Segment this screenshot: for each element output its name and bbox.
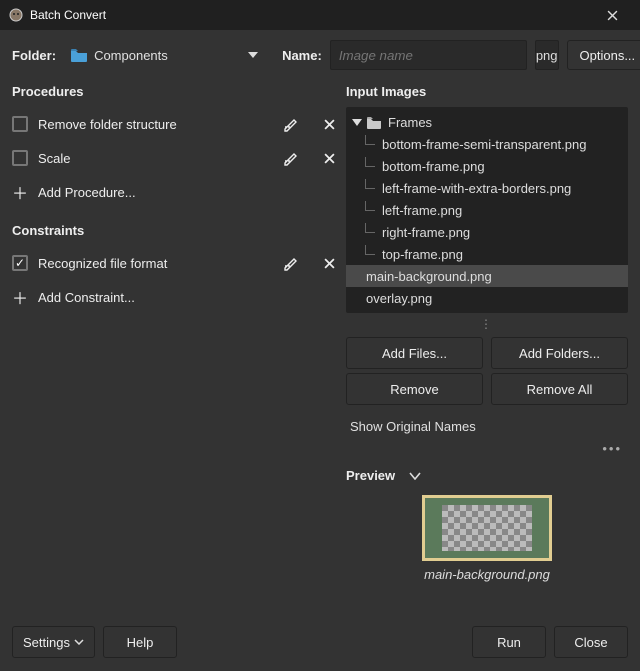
add-constraint-label: Add Constraint... xyxy=(38,290,135,305)
name-label: Name: xyxy=(282,48,322,63)
extension-box[interactable]: png xyxy=(535,40,559,70)
add-procedure-button[interactable]: ＋ Add Procedure... xyxy=(12,175,342,209)
remove-icon[interactable] xyxy=(320,149,338,167)
add-files-button[interactable]: Add Files... xyxy=(346,337,483,369)
preview-collapse-icon[interactable] xyxy=(409,472,421,480)
name-input[interactable] xyxy=(330,40,527,70)
folder-icon xyxy=(366,116,382,129)
folder-icon xyxy=(70,48,88,62)
constraints-title: Constraints xyxy=(12,223,342,238)
close-button[interactable]: Close xyxy=(554,626,628,658)
preview-thumbnail[interactable] xyxy=(422,495,552,561)
plus-icon: ＋ xyxy=(12,285,28,309)
tree-folder-label: Frames xyxy=(388,115,432,130)
collapse-icon[interactable] xyxy=(352,117,362,127)
preview-caption: main-background.png xyxy=(424,567,550,582)
edit-icon[interactable] xyxy=(282,254,300,272)
preview-title: Preview xyxy=(346,468,395,483)
right-column: Input Images Frames bottom-frame-semi-tr… xyxy=(346,80,628,582)
window-close-button[interactable] xyxy=(592,0,632,30)
run-button[interactable]: Run xyxy=(472,626,546,658)
top-row: Folder: Components Name: png Options... xyxy=(0,30,640,80)
chevron-down-icon xyxy=(248,52,258,58)
remove-button[interactable]: Remove xyxy=(346,373,483,405)
remove-icon[interactable] xyxy=(320,115,338,133)
constraint-label: Recognized file format xyxy=(38,256,282,271)
options-button[interactable]: Options... xyxy=(567,40,640,70)
preview-area: main-background.png xyxy=(346,495,628,582)
constraint-row: Recognized file format xyxy=(12,246,342,280)
remove-all-button[interactable]: Remove All xyxy=(491,373,628,405)
edit-icon[interactable] xyxy=(282,149,300,167)
titlebar: Batch Convert xyxy=(0,0,640,30)
tree-item[interactable]: top-frame.png xyxy=(346,243,628,265)
settings-button[interactable]: Settings xyxy=(12,626,95,658)
more-options-icon[interactable]: ••• xyxy=(346,441,628,456)
remove-icon[interactable] xyxy=(320,254,338,272)
show-original-names-row: Show Original Names xyxy=(346,411,628,441)
help-button[interactable]: Help xyxy=(103,626,177,658)
scale-checkbox[interactable] xyxy=(12,150,28,166)
show-original-names-label: Show Original Names xyxy=(350,419,476,434)
plus-icon: ＋ xyxy=(12,180,28,204)
footer: Settings Help Run Close xyxy=(0,613,640,671)
procedure-row: Scale xyxy=(12,141,342,175)
folder-label: Folder: xyxy=(12,48,56,63)
tree-item[interactable]: main-background.png xyxy=(346,265,628,287)
add-constraint-button[interactable]: ＋ Add Constraint... xyxy=(12,280,342,314)
tree-item[interactable]: bottom-frame.png xyxy=(346,155,628,177)
folder-dropdown[interactable]: Components xyxy=(64,40,264,70)
add-procedure-label: Add Procedure... xyxy=(38,185,136,200)
procedures-title: Procedures xyxy=(12,84,342,99)
remove-folder-structure-checkbox[interactable] xyxy=(12,116,28,132)
tree-item[interactable]: left-frame-with-extra-borders.png xyxy=(346,177,628,199)
tree-item[interactable]: bottom-frame-semi-transparent.png xyxy=(346,133,628,155)
tree-item[interactable]: right-frame.png xyxy=(346,221,628,243)
procedure-row: Remove folder structure xyxy=(12,107,342,141)
folder-value: Components xyxy=(94,48,168,63)
procedure-label: Remove folder structure xyxy=(38,117,282,132)
add-folders-button[interactable]: Add Folders... xyxy=(491,337,628,369)
resize-grip[interactable]: ⋮ xyxy=(346,313,628,333)
app-icon xyxy=(8,7,24,23)
tree-item[interactable]: overlay.png xyxy=(346,287,628,309)
tree-item[interactable]: left-frame.png xyxy=(346,199,628,221)
input-images-tree[interactable]: Frames bottom-frame-semi-transparent.png… xyxy=(346,107,628,313)
procedure-label: Scale xyxy=(38,151,282,166)
settings-label: Settings xyxy=(23,635,70,650)
input-images-title: Input Images xyxy=(346,84,628,99)
window-title: Batch Convert xyxy=(30,8,106,22)
left-column: Procedures Remove folder structure Scale xyxy=(12,80,342,582)
edit-icon[interactable] xyxy=(282,115,300,133)
chevron-down-icon xyxy=(74,639,84,645)
recognized-file-format-checkbox[interactable] xyxy=(12,255,28,271)
tree-folder-row[interactable]: Frames xyxy=(346,111,628,133)
checker-pattern xyxy=(442,505,532,551)
